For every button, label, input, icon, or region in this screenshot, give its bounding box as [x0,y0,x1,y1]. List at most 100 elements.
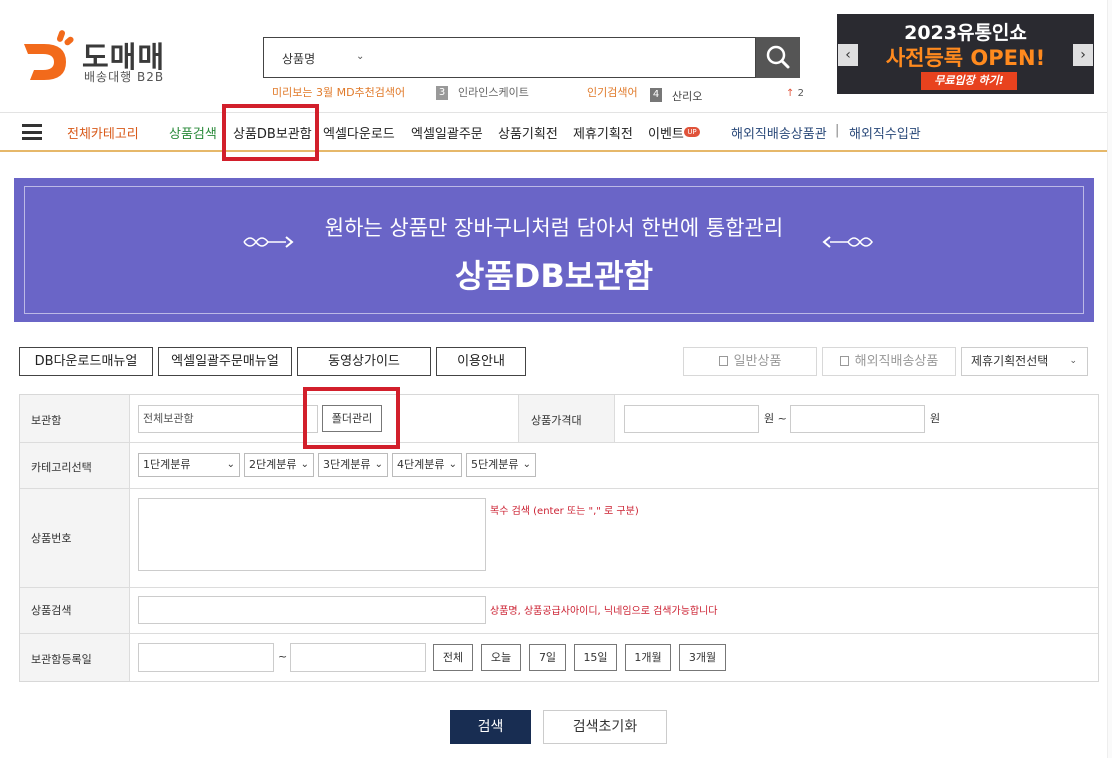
excel-order-manual-button[interactable]: 엑셀일괄주문매뉴얼 [158,347,292,376]
partner-select-value: 제휴기획전선택 [971,354,1049,368]
highlight-box [222,104,319,161]
nav-overseas-import[interactable]: 해외직수입관 [849,123,921,142]
search-form: 보관함 전체보관함 폴더관리 상품가격대 원 ~ 원 카테고리선택 1단계분류 ⌄… [19,394,1099,682]
video-guide-button[interactable]: 동영상가이드 [297,347,431,376]
hamburger-menu-icon[interactable] [22,124,42,140]
chevron-down-icon: ⌄ [448,459,457,470]
price-range-label: 상품가격대 [531,414,582,427]
category-label: 카테고리선택 [31,461,92,474]
range-3m-button[interactable]: 3개월 [679,644,726,671]
category-level2-select[interactable]: 2단계분류 ⌄ [244,453,314,477]
category-level1-select[interactable]: 1단계분류 ⌄ [138,453,240,477]
category-level5-value: 5단계분류 [471,458,519,471]
document-icon [718,356,728,366]
search-input[interactable] [263,37,756,78]
db-download-manual-button[interactable]: DB다운로드매뉴얼 [19,347,153,376]
partner-exhibition-select[interactable]: 제휴기획전선택 ⌄ [961,347,1088,376]
category-level4-value: 4단계분류 [397,458,445,471]
category-level2-value: 2단계분류 [249,458,297,471]
event-badge: UP [684,127,700,137]
range-15d-button[interactable]: 15일 [574,644,617,671]
scrollbar[interactable] [1107,0,1112,758]
price-min-input[interactable] [624,405,759,433]
storage-select[interactable]: 전체보관함 [138,405,318,433]
date-end-input[interactable] [290,643,426,672]
promo-line2: 사전등록 OPEN! [885,46,1046,70]
promo-line1: 2023유통인쇼 [904,22,1027,44]
nav-excel-download[interactable]: 엑셀다운로드 [323,123,395,142]
nav-planned-exhibition[interactable]: 상품기획전 [498,123,558,142]
date-tilde: ~ [278,650,288,663]
chevron-right-icon[interactable]: › [1073,44,1093,66]
nav-event[interactable]: 이벤트 [648,123,684,142]
chevron-left-icon[interactable]: ‹ [838,44,858,66]
won-unit: 원 ~ [764,412,787,425]
logo-subtitle: 배송대행 B2B [84,70,165,84]
product-search-label: 상품검색 [31,604,72,617]
banner-subtitle: 원하는 상품만 장바구니처럼 담아서 한번에 통합관리 [324,216,784,240]
divider [129,395,130,681]
page-banner: 원하는 상품만 장바구니처럼 담아서 한번에 통합관리 상품DB보관함 [14,178,1094,322]
rank-keyword[interactable]: 인라인스케이트 [458,84,529,100]
product-number-textarea[interactable] [138,498,486,571]
nav-divider [0,150,1112,152]
overseas-product-button[interactable]: 해외직배송상품 [822,347,956,376]
search-button[interactable] [756,37,800,78]
promo-cta[interactable]: 무료입장 하기! [921,72,1017,90]
logo-icon[interactable] [20,26,76,82]
product-number-label: 상품번호 [31,532,72,545]
nav-product-search[interactable]: 상품검색 [169,123,217,142]
category-level3-value: 3단계분류 [323,458,371,471]
product-search-input[interactable] [138,596,486,624]
overseas-product-label: 해외직배송상품 [854,354,939,369]
document-icon [839,356,849,366]
chevron-down-icon: ⌄ [300,459,309,470]
nav-excel-order[interactable]: 엑셀일괄주문 [411,123,483,142]
nav-partner-exhibition[interactable]: 제휴기획전 [573,123,633,142]
rank-change-value: 2 [797,88,804,99]
multi-search-note: 복수 검색 (enter 또는 "," 로 구분) [490,506,639,517]
won-unit: 원 [930,412,941,425]
range-today-button[interactable]: 오늘 [481,644,521,671]
search-submit-button[interactable]: 검색 [450,710,531,744]
search-category-select[interactable]: 상품명 [282,50,315,67]
chevron-down-icon: ⌄ [1069,356,1077,366]
divider [614,395,615,442]
divider [20,442,1098,443]
md-recommend-link[interactable]: 미리보는 3월 MD추천검색어 [272,84,405,100]
rank-number: 4 [650,88,662,102]
category-level1-value: 1단계분류 [143,458,191,471]
search-icon [766,45,790,69]
date-start-input[interactable] [138,643,274,672]
arrow-up-icon: ↑ [786,88,795,99]
search-reset-button[interactable]: 검색초기화 [543,710,667,744]
range-all-button[interactable]: 전체 [433,644,473,671]
category-level3-select[interactable]: 3단계분류 ⌄ [318,453,388,477]
banner-title: 상품DB보관함 [454,257,654,295]
divider [20,488,1098,489]
chevron-down-icon[interactable]: ⌄ [356,51,364,62]
nav-overseas-shipping[interactable]: 해외직배송상품관 [731,123,827,142]
category-level5-select[interactable]: 5단계분류 ⌄ [466,453,536,477]
highlight-box [303,387,400,449]
divider [518,395,519,442]
nav-all-categories[interactable]: 전체카테고리 [67,123,139,142]
promo-banner[interactable]: 2023유통인쇼 사전등록 OPEN! 무료입장 하기! ‹ › [837,14,1094,94]
usage-guide-button[interactable]: 이용안내 [436,347,526,376]
category-level4-select[interactable]: 4단계분류 ⌄ [392,453,462,477]
storage-label: 보관함 [31,414,62,427]
range-1m-button[interactable]: 1개월 [625,644,671,671]
normal-product-button[interactable]: 일반상품 [683,347,817,376]
divider [20,587,1098,588]
price-max-input[interactable] [790,405,925,433]
rank-number: 3 [436,86,448,100]
range-7d-button[interactable]: 7일 [529,644,566,671]
rank-change: ↑ 2 [786,88,804,99]
nav-separator: | [835,123,840,138]
popular-keyword[interactable]: 산리오 [672,88,702,104]
chevron-down-icon: ⌄ [374,459,383,470]
reg-date-label: 보관함등록일 [31,653,92,666]
divider [20,633,1098,634]
normal-product-label: 일반상품 [733,354,782,369]
chevron-down-icon: ⌄ [522,459,531,470]
